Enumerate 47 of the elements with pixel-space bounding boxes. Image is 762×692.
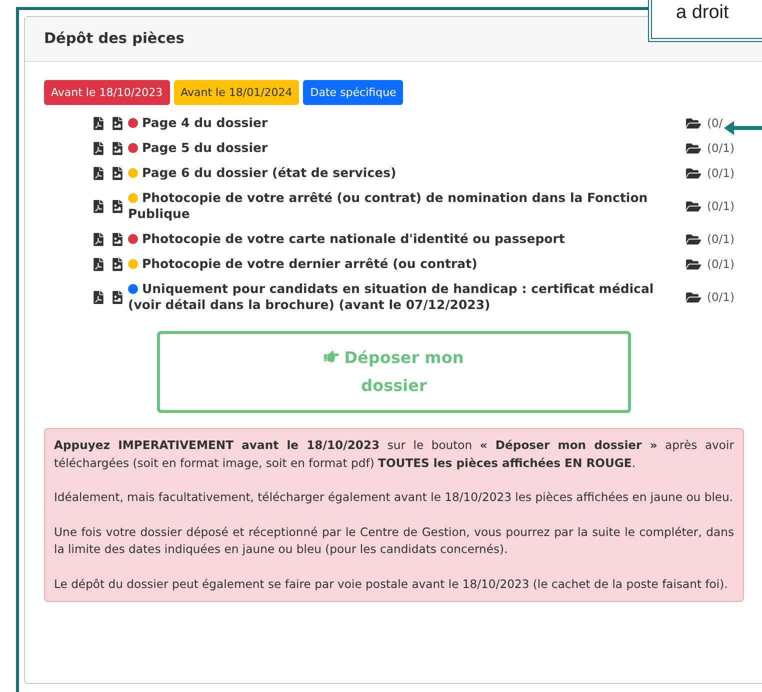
file-count: (0/1)	[707, 232, 734, 246]
callout-box: a droit	[648, 0, 762, 42]
deadline-badge: Avant le 18/01/2024	[174, 80, 300, 105]
pdf-file-icon[interactable]	[92, 232, 105, 246]
file-count: (0/1)	[707, 257, 734, 271]
folder-icon[interactable]	[686, 256, 701, 272]
image-file-icon[interactable]	[111, 290, 124, 304]
file-count: (0/1)	[707, 166, 734, 180]
deadline-badge: Avant le 18/10/2023	[44, 80, 170, 105]
alert-text: Le dépôt du dossier peut également se faire par voie postale avant le 18/10/2023 (le cachet de la poste faisant foi).	[54, 576, 729, 592]
alert-text: Appuyez IMPERATIVEMENT avant le 18/10/2023 sur le bouton « Déposer mon dossier » après avoir téléchargées (soit en format image, soit en format pdf) TOUTES les pièces affichées EN ROUGE.	[54, 437, 734, 472]
file-count: (0/1)	[707, 141, 734, 155]
folder-icon[interactable]	[686, 232, 701, 246]
pointing-hand-icon	[324, 349, 340, 364]
folder-icon[interactable]	[686, 140, 701, 156]
card-title: Dépôt des pièces	[25, 17, 762, 62]
alert-text: Une fois votre dossier déposé et réceptionné par le Centre de Gestion, vous pourrez par la suite le compléter, dans la limite des dates indiquées en jaune ou bleu (pour les candidats concernés).	[54, 524, 734, 558]
document-label: Photocopie de votre arrêté (ou contrat) de nomination dans la Fonction Publique	[127, 190, 649, 222]
file-count: (0/1)	[707, 199, 734, 213]
folder-icon[interactable]	[686, 290, 701, 304]
file-count: (0/1)	[707, 290, 734, 304]
pdf-file-icon[interactable]	[92, 290, 105, 304]
image-file-icon[interactable]	[111, 142, 124, 154]
document-label: Page 4 du dossier	[124, 115, 680, 131]
pdf-file-icon[interactable]	[92, 142, 105, 154]
image-file-icon[interactable]	[111, 166, 124, 180]
folder-icon[interactable]	[686, 198, 701, 214]
pdf-file-icon[interactable]	[92, 116, 105, 130]
document-label: Photocopie de votre dernier arrêté (ou contrat)	[124, 256, 680, 272]
folder-icon[interactable]	[686, 166, 701, 180]
folder-icon[interactable]	[686, 116, 701, 130]
document-label: Page 5 du dossier	[124, 140, 680, 156]
image-file-icon[interactable]	[111, 116, 124, 130]
document-label: Page 6 du dossier (état de services)	[124, 165, 680, 181]
submit-button[interactable]: Déposer mon dossier	[157, 331, 631, 413]
deadline-badge: Date spécifique	[303, 80, 404, 105]
pdf-file-icon[interactable]	[92, 200, 105, 212]
pdf-file-icon[interactable]	[92, 258, 105, 270]
image-file-icon[interactable]	[111, 258, 124, 270]
image-file-icon[interactable]	[111, 232, 124, 246]
image-file-icon[interactable]	[111, 200, 124, 212]
document-label: Uniquement pour candidats en situation de handicap : certificat médical (voir détail dans la brochure) (avant le 07/12/2023)	[127, 281, 655, 313]
document-label: Photocopie de votre carte nationale d'identité ou passeport	[124, 231, 680, 247]
alert-text: Idéalement, mais facultativement, télécharger également avant le 18/10/2023 les pièces affichées en jaune ou bleu.	[54, 489, 734, 506]
pdf-file-icon[interactable]	[92, 166, 105, 180]
file-count: (0/	[707, 116, 723, 130]
arrow-icon	[722, 120, 762, 136]
